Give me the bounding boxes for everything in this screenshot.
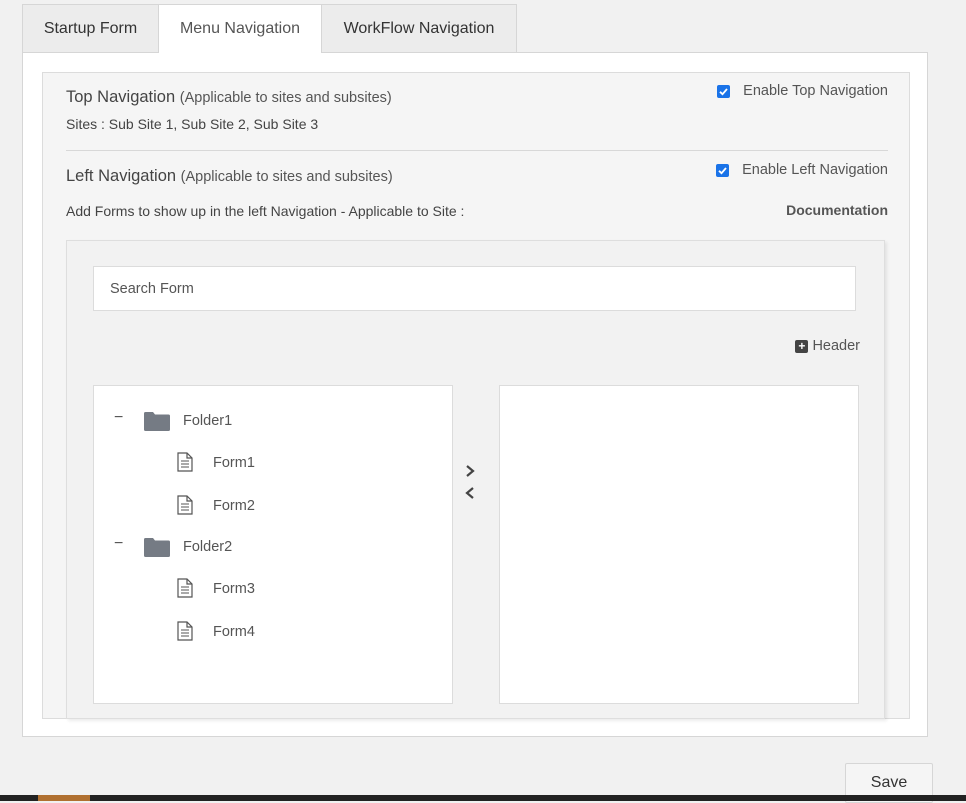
collapse-icon[interactable]: − <box>114 536 124 552</box>
enable-left-nav-checkbox[interactable] <box>716 163 730 177</box>
move-right-icon[interactable] <box>463 464 477 478</box>
tree-form-row: Form1 <box>94 452 452 474</box>
enable-left-nav-label: Enable Left Navigation <box>742 162 888 178</box>
folder-icon[interactable] <box>144 412 170 431</box>
document-icon <box>177 452 193 472</box>
enable-top-nav-row: Enable Top Navigation <box>717 83 888 99</box>
document-icon <box>177 578 193 598</box>
add-header-button[interactable]: + Header <box>795 338 860 354</box>
tab-menu-navigation[interactable]: Menu Navigation <box>158 4 322 53</box>
tree-folder-label[interactable]: Folder2 <box>183 539 232 555</box>
tab-workflow-navigation[interactable]: WorkFlow Navigation <box>321 4 517 52</box>
move-left-icon[interactable] <box>463 486 477 500</box>
left-nav-description: Add Forms to show up in the left Navigat… <box>66 203 465 219</box>
add-header-label: Header <box>812 338 860 354</box>
site-name: Documentation <box>786 202 888 218</box>
left-nav-heading: Left Navigation (Applicable to sites and… <box>66 167 393 186</box>
top-nav-title: Top Navigation <box>66 88 176 106</box>
left-nav-subtitle: (Applicable to sites and subsites) <box>180 169 393 185</box>
tab-startup-form[interactable]: Startup Form <box>22 4 159 52</box>
tree-form-label[interactable]: Form4 <box>213 624 255 640</box>
transfer-controls <box>463 464 481 508</box>
enable-top-nav-checkbox[interactable] <box>717 84 731 98</box>
top-nav-sites: Sites : Sub Site 1, Sub Site 2, Sub Site… <box>66 116 319 132</box>
tree-form-row: Form3 <box>94 578 452 600</box>
tree-folder-label[interactable]: Folder1 <box>183 413 232 429</box>
check-icon <box>718 166 727 175</box>
collapse-icon[interactable]: − <box>114 410 124 426</box>
selected-forms-list[interactable] <box>499 385 859 704</box>
left-nav-title: Left Navigation <box>66 167 177 185</box>
tree-folder-row: − Folder2 <box>94 536 452 558</box>
document-icon <box>177 495 193 515</box>
search-form-input[interactable] <box>93 266 856 311</box>
plus-square-icon: + <box>795 339 809 353</box>
tree-form-label[interactable]: Form2 <box>213 498 255 514</box>
enable-left-nav-row: Enable Left Navigation <box>716 162 888 178</box>
tree-form-row: Form2 <box>94 495 452 517</box>
tree-form-label[interactable]: Form3 <box>213 581 255 597</box>
settings-card: Top Navigation (Applicable to sites and … <box>42 72 910 719</box>
check-icon <box>719 87 728 96</box>
enable-top-nav-label: Enable Top Navigation <box>743 83 888 99</box>
tab-panel: Top Navigation (Applicable to sites and … <box>22 52 928 737</box>
bottom-bar-accent <box>38 795 90 801</box>
tree-folder-row: − Folder1 <box>94 410 452 432</box>
top-nav-heading: Top Navigation (Applicable to sites and … <box>66 88 392 107</box>
tree-form-row: Form4 <box>94 621 452 643</box>
tab-bar: Startup Form Menu Navigation WorkFlow Na… <box>22 4 517 53</box>
folder-icon[interactable] <box>144 538 170 557</box>
forms-picker: + Header − Folder1 <box>66 240 885 719</box>
document-icon <box>177 621 193 641</box>
bottom-bar <box>0 795 966 801</box>
section-divider <box>66 150 888 151</box>
available-forms-tree: − Folder1 Form1 Form2 − Folder2 Form3 Fo… <box>93 385 453 704</box>
tree-form-label[interactable]: Form1 <box>213 455 255 471</box>
top-nav-subtitle: (Applicable to sites and subsites) <box>179 90 392 106</box>
